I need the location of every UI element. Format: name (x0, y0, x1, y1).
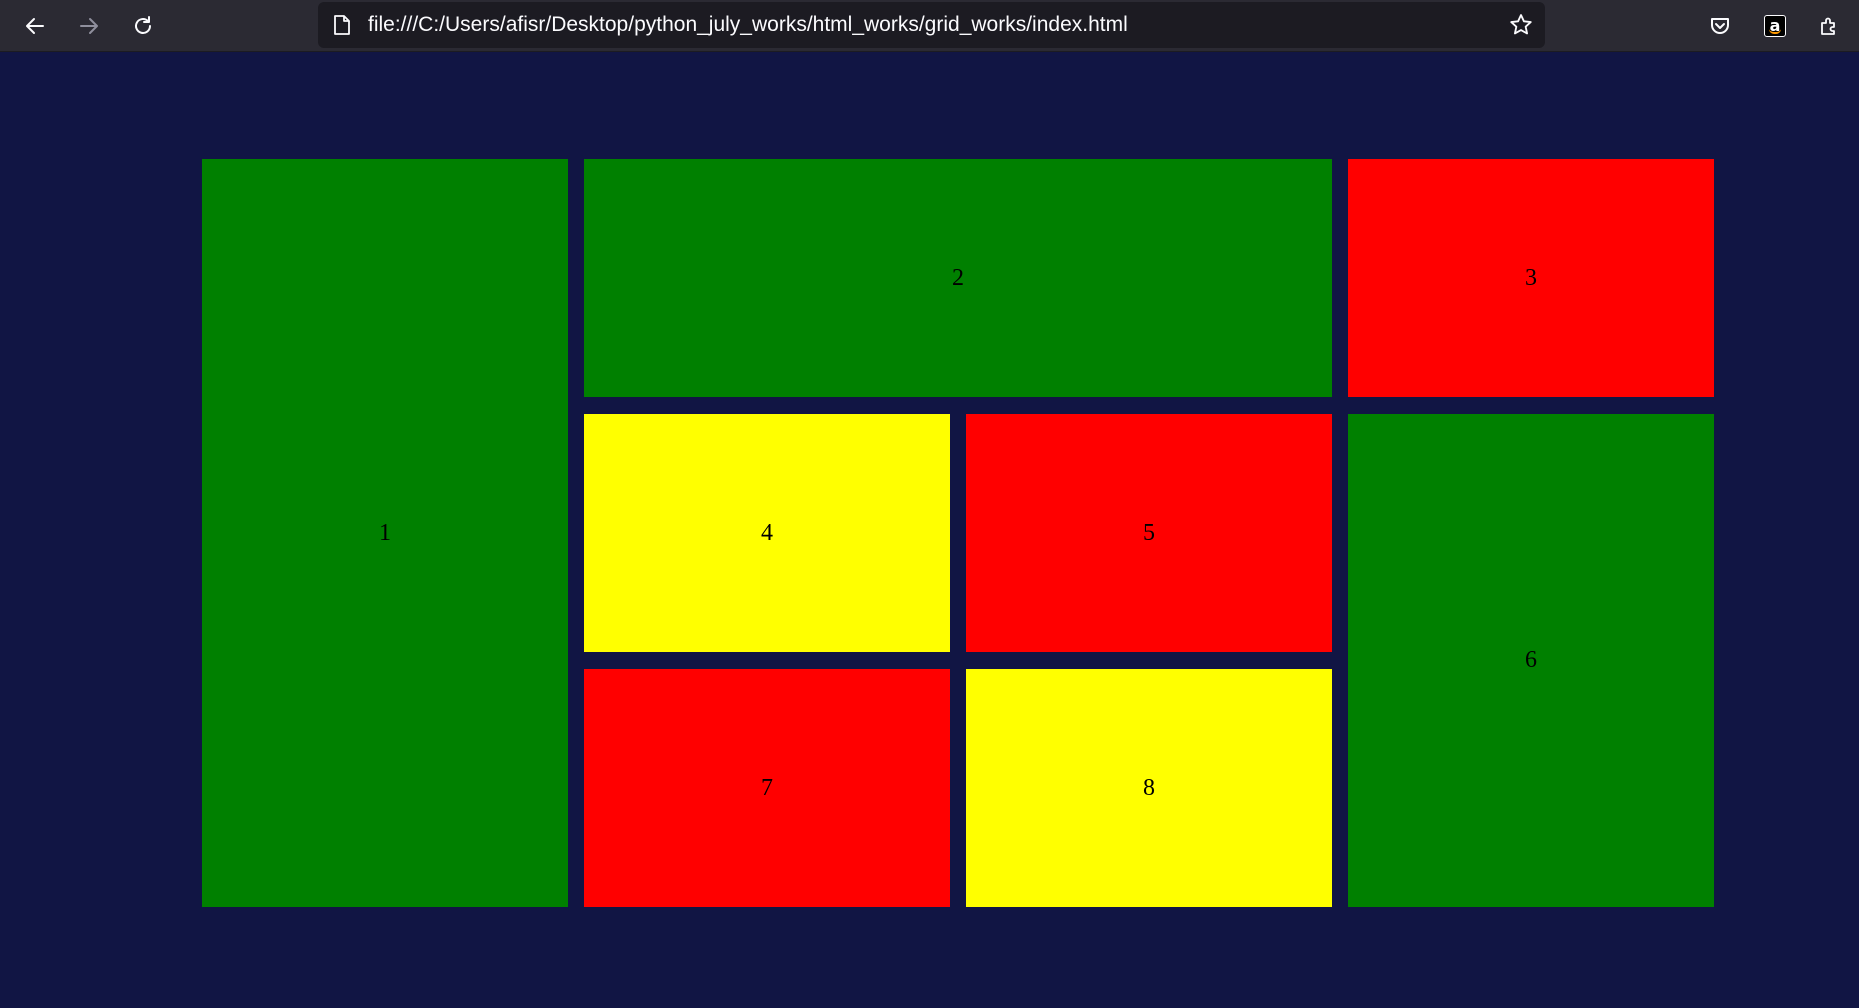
grid-item-2: 2 (584, 159, 1332, 397)
page-viewport: 1 2 3 4 5 6 7 8 (0, 53, 1859, 1008)
grid-item-5: 5 (966, 414, 1332, 652)
grid-item-label: 7 (761, 774, 773, 801)
address-bar[interactable]: file:///C:/Users/afisr/Desktop/python_ju… (318, 2, 1545, 48)
reload-icon (131, 14, 155, 38)
pocket-icon (1708, 14, 1732, 38)
grid-item-label: 1 (379, 519, 391, 546)
page-icon (332, 14, 352, 36)
forward-arrow-icon (77, 14, 101, 38)
grid-item-7: 7 (584, 669, 950, 907)
reload-button[interactable] (125, 8, 161, 44)
grid-item-1: 1 (202, 159, 568, 907)
grid-item-label: 2 (952, 264, 964, 291)
grid-item-6: 6 (1348, 414, 1714, 907)
grid-item-3: 3 (1348, 159, 1714, 397)
extensions-button[interactable] (1811, 8, 1847, 44)
back-button[interactable] (17, 8, 53, 44)
amazon-icon: a (1764, 15, 1786, 37)
forward-button[interactable] (71, 8, 107, 44)
grid-item-4: 4 (584, 414, 950, 652)
grid-item-label: 8 (1143, 774, 1155, 801)
grid-container: 1 2 3 4 5 6 7 8 (202, 159, 1716, 907)
url-text[interactable]: file:///C:/Users/afisr/Desktop/python_ju… (368, 2, 1128, 48)
grid-item-label: 3 (1525, 264, 1537, 291)
back-arrow-icon (23, 14, 47, 38)
bookmark-star-icon[interactable] (1507, 11, 1535, 39)
browser-toolbar: file:///C:/Users/afisr/Desktop/python_ju… (0, 0, 1859, 52)
grid-item-label: 5 (1143, 519, 1155, 546)
grid-item-label: 4 (761, 519, 773, 546)
extensions-icon (1817, 14, 1841, 38)
pocket-button[interactable] (1702, 8, 1738, 44)
grid-item-label: 6 (1525, 647, 1537, 673)
grid-item-8: 8 (966, 669, 1332, 907)
amazon-button[interactable]: a (1757, 8, 1793, 44)
